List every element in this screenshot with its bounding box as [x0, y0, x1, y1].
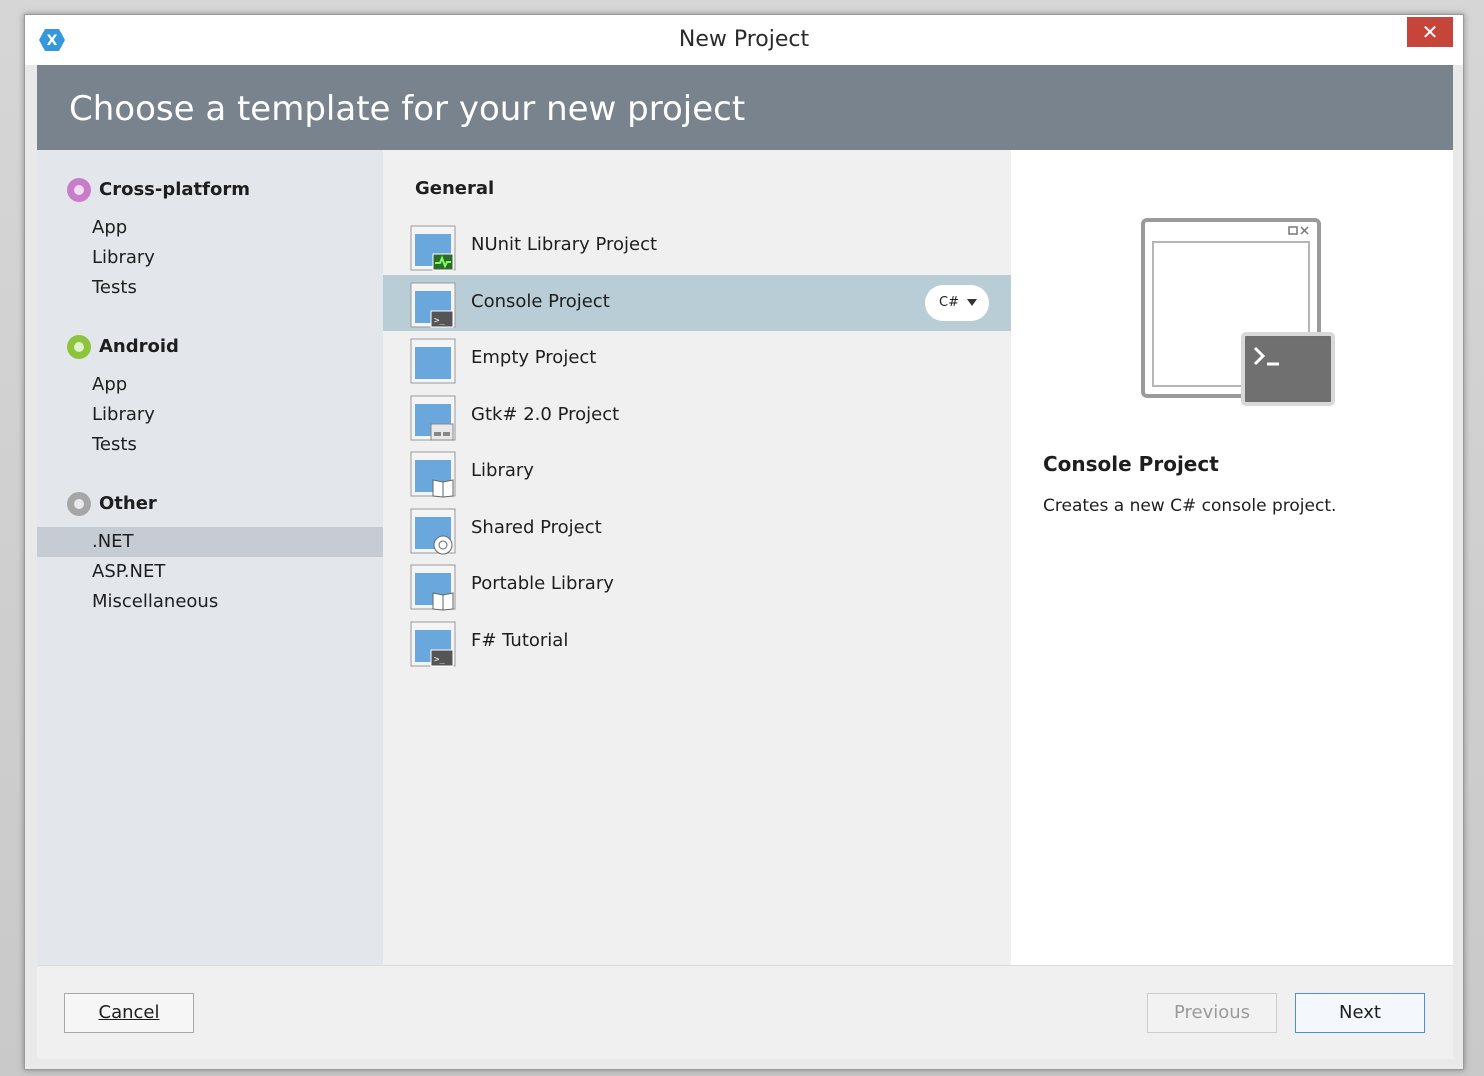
dialog-footer: Cancel Previous Next [37, 965, 1453, 1059]
category-item-other-aspnet[interactable]: ASP.NET [37, 557, 383, 587]
svg-text:>_: >_ [434, 316, 445, 326]
category-group-android: Android App Library Tests [37, 332, 383, 460]
category-header-other[interactable]: Other [37, 489, 383, 519]
other-bullet-icon [67, 492, 91, 516]
template-label: F# Tutorial [471, 629, 569, 651]
category-group-cross-platform: Cross-platform App Library Tests [37, 175, 383, 303]
category-item-android-library[interactable]: Library [37, 400, 383, 430]
android-bullet-icon [67, 335, 91, 359]
category-item-android-tests[interactable]: Tests [37, 430, 383, 460]
previous-button[interactable]: Previous [1147, 993, 1277, 1033]
template-label: Shared Project [471, 516, 602, 538]
category-item-other-dotnet[interactable]: .NET [37, 527, 383, 557]
category-title: Other [99, 493, 157, 514]
template-row-empty[interactable]: Empty Project [383, 331, 1011, 388]
template-label: Gtk# 2.0 Project [471, 403, 620, 425]
library-icon [410, 451, 456, 498]
template-row-nunit[interactable]: NUnit Library Project [383, 218, 1011, 275]
detail-description: Creates a new C# console project. [1043, 496, 1337, 516]
category-item-other-miscellaneous[interactable]: Miscellaneous [37, 587, 383, 617]
category-item-cross-platform-tests[interactable]: Tests [37, 273, 383, 303]
language-value: C# [939, 294, 959, 310]
cancel-button-label: Cancel [98, 1002, 160, 1023]
console-icon: >_ [410, 282, 456, 327]
dialog-content: Cross-platform App Library Tests Android… [37, 150, 1453, 965]
template-label: Console Project [471, 290, 610, 312]
cancel-button[interactable]: Cancel [64, 993, 194, 1033]
shared-project-icon [410, 508, 456, 554]
template-row-library[interactable]: Library [383, 444, 1011, 501]
category-pane: Cross-platform App Library Tests Android… [37, 150, 383, 965]
next-button[interactable]: Next [1295, 993, 1425, 1033]
category-item-cross-platform-app[interactable]: App [37, 213, 383, 243]
close-button[interactable]: ✕ [1407, 17, 1453, 47]
console-icon: >_ [410, 621, 456, 666]
gtk-icon [410, 395, 456, 440]
template-list: NUnit Library Project >_ Console Project… [383, 218, 1011, 670]
detail-pane: Console Project Creates a new C# console… [1011, 150, 1453, 965]
new-project-dialog: X New Project ✕ Choose a template for yo… [24, 14, 1464, 1070]
category-item-cross-platform-library[interactable]: Library [37, 243, 383, 273]
portable-library-icon [410, 564, 456, 611]
category-header-cross-platform[interactable]: Cross-platform [37, 175, 383, 205]
cross-platform-bullet-icon [67, 178, 91, 202]
page-title: Choose a template for your new project [69, 89, 746, 129]
svg-text:>_: >_ [434, 655, 445, 665]
title-bar[interactable]: X New Project ✕ [25, 15, 1463, 65]
console-preview-image [1141, 218, 1335, 406]
detail-title: Console Project [1043, 452, 1219, 476]
empty-project-icon [410, 338, 456, 384]
nunit-icon [410, 225, 456, 271]
category-title: Android [99, 336, 179, 357]
category-item-android-app[interactable]: App [37, 370, 383, 400]
template-label: Portable Library [471, 573, 614, 594]
template-row-gtk[interactable]: Gtk# 2.0 Project [383, 388, 1011, 445]
template-pane: General NUnit Library Project >_ Console… [383, 150, 1011, 965]
header-banner: Choose a template for your new project [37, 65, 1453, 150]
template-row-portable-library[interactable]: Portable Library [383, 557, 1011, 614]
template-row-console[interactable]: >_ Console Project C# [383, 274, 1011, 331]
language-dropdown[interactable]: C# [925, 284, 989, 321]
template-row-fsharp-tutorial[interactable]: >_ F# Tutorial [383, 614, 1011, 671]
category-header-android[interactable]: Android [37, 332, 383, 362]
template-label: Empty Project [471, 347, 597, 368]
template-section-title: General [415, 178, 495, 199]
template-row-shared[interactable]: Shared Project [383, 501, 1011, 558]
template-label: Library [471, 460, 534, 481]
chevron-down-icon [967, 298, 977, 306]
category-group-other: Other .NET ASP.NET Miscellaneous [37, 489, 383, 617]
window-title: New Project [678, 27, 810, 52]
template-label: NUnit Library Project [471, 234, 658, 255]
category-title: Cross-platform [99, 179, 250, 200]
